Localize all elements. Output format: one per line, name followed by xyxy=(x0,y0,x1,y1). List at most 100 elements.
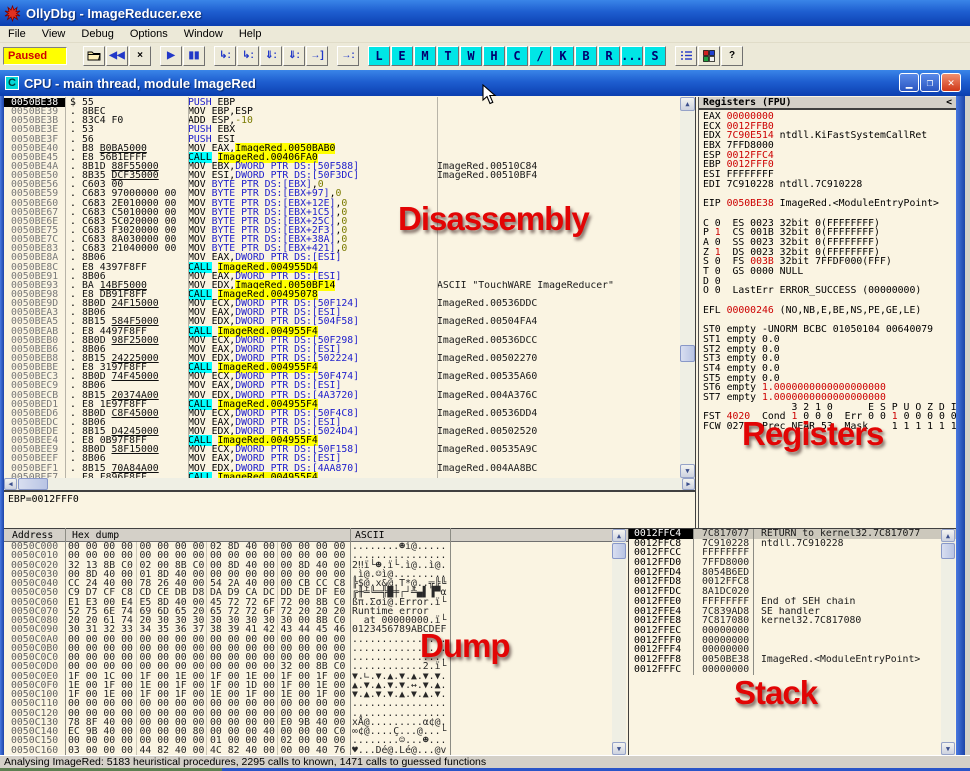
menu-item-debug[interactable]: Debug xyxy=(73,27,121,41)
dump-row[interactable]: 0050C16003 00 00 0044 82 40 004C 82 40 0… xyxy=(4,746,628,755)
menu-item-window[interactable]: Window xyxy=(176,27,231,41)
disasm-row[interactable]: 0050BED6.8B0D C8F45000MOV ECX,DWORD PTR … xyxy=(4,409,695,418)
disasm-hscrollbar[interactable]: ◀ ▶ xyxy=(4,478,695,490)
breakpoints-button[interactable]: B xyxy=(575,46,597,66)
dump-ascii: ♥...Dé@.Lé@...@v xyxy=(347,746,447,755)
disasm-row[interactable]: 0050BE83.C683 21040000 00MOV BYTE PTR DS… xyxy=(4,244,695,253)
disasm-row[interactable]: 0050BEB0.8B0D 98F25000MOV ECX,DWORD PTR … xyxy=(4,336,695,345)
step-over-button[interactable]: ↳: xyxy=(237,46,259,66)
disasm-hscroll-thumb[interactable] xyxy=(18,478,48,490)
executables-button[interactable]: E xyxy=(391,46,413,66)
log-button[interactable]: L xyxy=(368,46,390,66)
stack-comment xyxy=(754,645,956,655)
handles-button[interactable]: H xyxy=(483,46,505,66)
cpu-button[interactable]: C xyxy=(506,46,528,66)
dump-address: 0050C160 xyxy=(4,746,65,755)
patches-button[interactable]: / xyxy=(529,46,551,66)
menu-item-options[interactable]: Options xyxy=(122,27,176,41)
animate-into-button[interactable]: ⇓: xyxy=(260,46,282,66)
windows-button[interactable]: W xyxy=(460,46,482,66)
run-button[interactable]: ▶ xyxy=(160,46,182,66)
stack-comment xyxy=(754,636,956,646)
disasm-vscroll-thumb[interactable] xyxy=(680,345,695,362)
disasm-row[interactable]: 0050BE38$55PUSH EBP xyxy=(4,98,695,107)
scroll-left-icon[interactable]: ◀ xyxy=(4,478,17,490)
close-program-button[interactable]: × xyxy=(129,46,151,66)
restart-button[interactable]: ◀◀ xyxy=(106,46,128,66)
disasm-comment xyxy=(437,125,695,134)
call-stack-button[interactable]: K xyxy=(552,46,574,66)
scroll-down-icon[interactable]: ▼ xyxy=(612,742,626,755)
help-button[interactable]: ? xyxy=(721,46,743,66)
dump-col-hex[interactable]: Hex dump xyxy=(72,530,119,541)
open-file-button[interactable] xyxy=(83,46,105,66)
scroll-up-icon[interactable]: ▲ xyxy=(680,97,695,111)
stack-comment: ntdll.7C910228 xyxy=(754,539,956,549)
info-line: EBP=0012FFF0 xyxy=(8,494,79,505)
step-into-button[interactable]: ↳: xyxy=(214,46,236,66)
stack-comment xyxy=(754,626,956,636)
scroll-down-icon[interactable]: ▼ xyxy=(680,464,695,478)
disasm-vscrollbar[interactable]: ▲ ▼ xyxy=(680,97,695,478)
animate-over-button[interactable]: ⇓: xyxy=(283,46,305,66)
close-icon[interactable]: ✕ xyxy=(941,73,961,92)
disasm-comment xyxy=(437,327,695,336)
minimize-button[interactable]: ▁ xyxy=(899,73,919,92)
dump-col-address[interactable]: Address xyxy=(12,530,53,541)
disasm-row[interactable]: 0050BE3E.53PUSH EBX xyxy=(4,125,695,134)
annotation-registers: Registers xyxy=(742,415,883,453)
register-line[interactable]: T 0 GS 0000 NULL xyxy=(699,267,956,277)
source-button[interactable]: S xyxy=(644,46,666,66)
window-title: OllyDbg - ImageReducer.exe xyxy=(26,6,202,21)
references-button[interactable]: R xyxy=(598,46,620,66)
title-bar[interactable]: OllyDbg - ImageReducer.exe xyxy=(0,0,970,26)
memory-button[interactable]: M xyxy=(414,46,436,66)
stack-vscroll-thumb[interactable] xyxy=(941,543,955,559)
execute-till-return-button[interactable]: →] xyxy=(306,46,328,66)
disasm-row[interactable]: 0050BE3B.83C4 F0ADD ESP,-10 xyxy=(4,116,695,125)
disasm-row[interactable]: 0050BE9D.8B0D 24F15000MOV ECX,DWORD PTR … xyxy=(4,299,695,308)
go-to-address-button[interactable]: →: xyxy=(337,46,359,66)
window-frame-right xyxy=(956,96,965,755)
register-line[interactable]: EIP 0050BE38 ImageRed.<ModuleEntryPoint> xyxy=(699,199,956,209)
scroll-up-icon[interactable]: ▲ xyxy=(612,529,626,542)
scroll-down-icon[interactable]: ▼ xyxy=(941,742,955,755)
register-line[interactable]: EDI 7C910228 ntdll.7C910228 xyxy=(699,180,956,190)
disasm-comment xyxy=(437,308,695,317)
stack-row[interactable]: 0012FFFC00000000 xyxy=(629,665,956,675)
collapse-icon[interactable]: < xyxy=(946,97,952,108)
dump-vscroll-thumb[interactable] xyxy=(612,543,626,559)
dump-col-ascii[interactable]: ASCII xyxy=(355,530,385,541)
disasm-row[interactable]: 0050BEC3.8B0D 74F45000MOV ECX,DWORD PTR … xyxy=(4,372,695,381)
disasm-comment xyxy=(437,263,695,272)
scroll-right-icon[interactable]: ▶ xyxy=(682,478,695,490)
appearance-button[interactable] xyxy=(698,46,720,66)
restore-button[interactable]: ❐ xyxy=(920,73,940,92)
window-edge xyxy=(965,96,970,755)
stack-comment: RETURN to kernel32.7C817077 xyxy=(754,529,956,539)
registers-header[interactable]: Registers (FPU) < xyxy=(699,97,956,110)
stack-comment xyxy=(754,548,956,558)
scroll-up-icon[interactable]: ▲ xyxy=(941,529,955,542)
threads-button[interactable]: T xyxy=(437,46,459,66)
windows-list-button[interactable] xyxy=(675,46,697,66)
menu-item-help[interactable]: Help xyxy=(231,27,270,41)
stack-comment xyxy=(754,558,956,568)
disasm-row[interactable]: 0050BEE9.8B0D 58F15000MOV ECX,DWORD PTR … xyxy=(4,445,695,454)
disasm-row[interactable]: 0050BE8C.E8 4397F8FFCALL ImageRed.004955… xyxy=(4,263,695,272)
register-line[interactable]: O 0 LastErr ERROR_SUCCESS (00000000) xyxy=(699,286,956,296)
disasm-comment xyxy=(437,116,695,125)
pause-button[interactable]: ▮▮ xyxy=(183,46,205,66)
dump-vscrollbar[interactable]: ▲ ▼ xyxy=(612,529,626,755)
status-text: Analysing ImageRed: 5183 heuristical pro… xyxy=(4,756,486,768)
menu-item-file[interactable]: File xyxy=(0,27,34,41)
stack-pane: 0012FFC47C817077RETURN to kernel32.7C817… xyxy=(628,528,956,755)
stack-vscrollbar[interactable]: ▲ ▼ xyxy=(941,529,955,755)
folder-icon xyxy=(87,50,101,61)
disasm-comment xyxy=(437,436,695,445)
stack-comment xyxy=(754,577,956,587)
stack-comment: kernel32.7C817080 xyxy=(754,616,956,626)
register-line[interactable]: EFL 00000246 (NO,NB,E,BE,NS,PE,GE,LE) xyxy=(699,306,956,316)
run-trace-button[interactable]: ... xyxy=(621,46,643,66)
menu-item-view[interactable]: View xyxy=(34,27,74,41)
